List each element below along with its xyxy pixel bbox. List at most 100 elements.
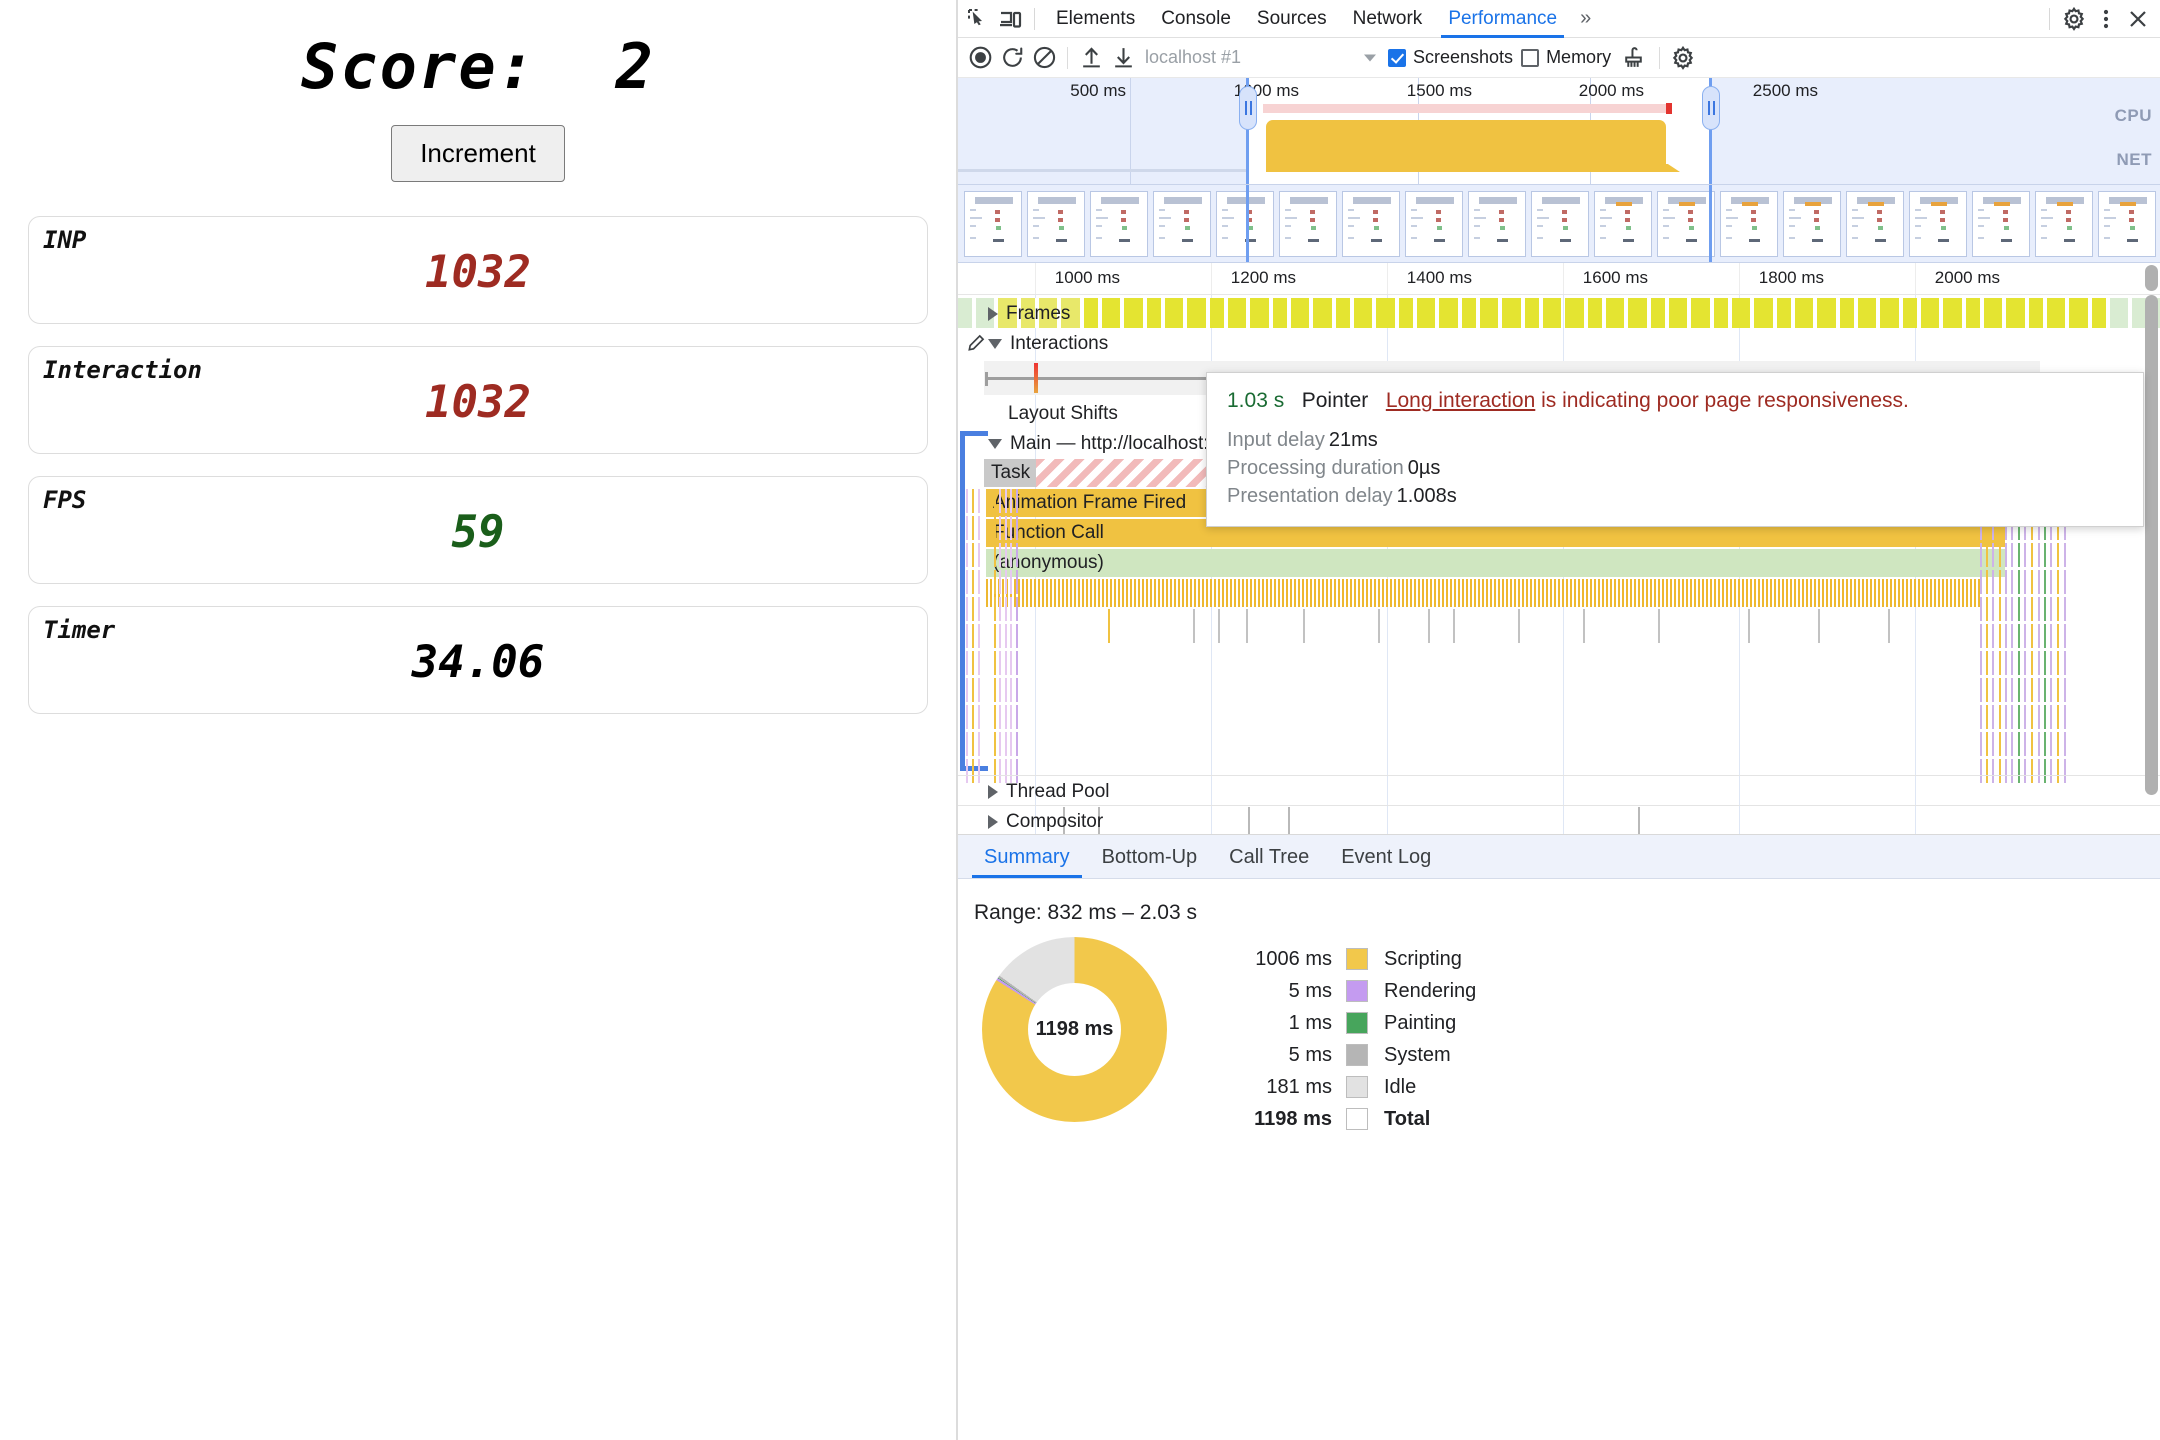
- tab-event-log[interactable]: Event Log: [1325, 836, 1447, 878]
- save-profile-icon[interactable]: [1107, 43, 1139, 73]
- filmstrip-track[interactable]: [958, 185, 2160, 263]
- memory-checkbox[interactable]: Memory: [1521, 47, 1611, 68]
- screenshots-checkbox[interactable]: Screenshots: [1388, 47, 1513, 68]
- frame-cell[interactable]: [2029, 298, 2045, 328]
- tab-call-tree[interactable]: Call Tree: [1213, 836, 1325, 878]
- reload-record-icon[interactable]: [996, 43, 1028, 73]
- frame-cell[interactable]: [1795, 298, 1815, 328]
- device-toolbar-icon[interactable]: [994, 4, 1026, 34]
- filmstrip-thumbnail[interactable]: [2035, 191, 2093, 257]
- track-thread-pool[interactable]: Thread Pool: [988, 779, 1110, 805]
- frame-cell[interactable]: [2006, 298, 2027, 328]
- frame-cell[interactable]: [1084, 298, 1100, 328]
- frame-cell[interactable]: [1777, 298, 1793, 328]
- frame-cell[interactable]: [1165, 298, 1185, 328]
- frame-cell[interactable]: [1565, 298, 1586, 328]
- frame-cell[interactable]: [1754, 298, 1775, 328]
- filmstrip-thumbnail[interactable]: [1720, 191, 1778, 257]
- frame-cell[interactable]: [1399, 298, 1415, 328]
- frame-cell[interactable]: [1732, 298, 1752, 328]
- filmstrip-thumbnail[interactable]: [1405, 191, 1463, 257]
- frame-cell[interactable]: [1228, 298, 1248, 328]
- pencil-icon[interactable]: [966, 333, 986, 358]
- load-profile-icon[interactable]: [1075, 43, 1107, 73]
- frame-cell[interactable]: [1921, 298, 1941, 328]
- flame-chart[interactable]: Frames Interactions Layout Shifts Main —…: [958, 295, 2160, 835]
- kebab-menu-icon[interactable]: [2090, 4, 2122, 34]
- frame-cell[interactable]: [1462, 298, 1478, 328]
- frame-cell[interactable]: [1525, 298, 1541, 328]
- frame-cell[interactable]: [1354, 298, 1374, 328]
- legend-row[interactable]: 5 ms Rendering: [1234, 975, 1476, 1007]
- frame-cell[interactable]: [1714, 298, 1730, 328]
- frame-cell[interactable]: [1984, 298, 2004, 328]
- frame-cell[interactable]: [1669, 298, 1689, 328]
- overview-left-handle[interactable]: [1239, 86, 1257, 130]
- tab-bottom-up[interactable]: Bottom-Up: [1086, 836, 1214, 878]
- overview-right-handle[interactable]: [1702, 86, 1720, 130]
- flame-event-ticks-row[interactable]: [986, 579, 1980, 607]
- clear-icon[interactable]: [1028, 43, 1060, 73]
- frame-cell[interactable]: [1966, 298, 1982, 328]
- frame-cell[interactable]: [1817, 298, 1838, 328]
- recording-selector[interactable]: localhost #1: [1145, 45, 1380, 71]
- frame-cell[interactable]: [1336, 298, 1352, 328]
- frame-cell[interactable]: [1880, 298, 1901, 328]
- frame-cell[interactable]: [1691, 298, 1712, 328]
- frame-cell[interactable]: [2047, 298, 2067, 328]
- record-icon[interactable]: [964, 43, 996, 73]
- frame-cell[interactable]: [1543, 298, 1563, 328]
- filmstrip-thumbnail[interactable]: [1342, 191, 1400, 257]
- tab-console[interactable]: Console: [1148, 0, 1244, 38]
- frame-cell[interactable]: [1903, 298, 1919, 328]
- filmstrip-thumbnail[interactable]: [1594, 191, 1652, 257]
- filmstrip-thumbnail[interactable]: [1846, 191, 1904, 257]
- frame-cell[interactable]: [958, 298, 974, 328]
- collect-garbage-icon[interactable]: [1617, 43, 1649, 73]
- frame-cell[interactable]: [2092, 298, 2108, 328]
- filmstrip-thumbnail[interactable]: [1783, 191, 1841, 257]
- legend-row[interactable]: 1 ms Painting: [1234, 1007, 1476, 1039]
- frame-cell[interactable]: [1417, 298, 1437, 328]
- frame-cell[interactable]: [1291, 298, 1311, 328]
- filmstrip-thumbnail[interactable]: [1216, 191, 1274, 257]
- frame-cell[interactable]: [1187, 298, 1208, 328]
- track-layout-shifts[interactable]: Layout Shifts: [1008, 401, 1118, 427]
- frame-cell[interactable]: [1628, 298, 1649, 328]
- timeline-overview[interactable]: 500 ms 1000 ms 1500 ms 2000 ms 2500 ms C…: [958, 78, 2160, 185]
- frame-cell[interactable]: [1147, 298, 1163, 328]
- flame-event-anonymous[interactable]: (anonymous): [986, 549, 2005, 577]
- frame-cell[interactable]: [1502, 298, 1523, 328]
- frame-cell[interactable]: [1273, 298, 1289, 328]
- capture-settings-gear-icon[interactable]: [1667, 43, 1699, 73]
- frame-cell[interactable]: [1480, 298, 1500, 328]
- tab-elements[interactable]: Elements: [1043, 0, 1148, 38]
- track-main[interactable]: Main — http://localhost:517: [988, 431, 1240, 457]
- filmstrip-thumbnail[interactable]: [1531, 191, 1589, 257]
- legend-row[interactable]: 5 ms System: [1234, 1039, 1476, 1071]
- flame-scrollbar[interactable]: [2145, 295, 2158, 795]
- filmstrip-thumbnail[interactable]: [2098, 191, 2156, 257]
- frame-cell[interactable]: [1313, 298, 1334, 328]
- frame-cell[interactable]: [1102, 298, 1122, 328]
- track-interactions[interactable]: Interactions: [988, 331, 1108, 357]
- flame-event-task[interactable]: Task: [984, 459, 1036, 487]
- track-compositor[interactable]: Compositor: [988, 809, 1103, 834]
- increment-button[interactable]: Increment: [391, 125, 565, 182]
- filmstrip-thumbnail[interactable]: [1279, 191, 1337, 257]
- frame-cell[interactable]: [2110, 298, 2130, 328]
- filmstrip-thumbnail[interactable]: [1153, 191, 1211, 257]
- legend-row[interactable]: 1006 ms Scripting: [1234, 943, 1476, 975]
- tooltip-link[interactable]: Long interaction: [1386, 389, 1535, 412]
- frame-cell[interactable]: [1651, 298, 1667, 328]
- tab-network[interactable]: Network: [1340, 0, 1436, 38]
- frame-cell[interactable]: [1943, 298, 1964, 328]
- filmstrip-thumbnail[interactable]: [1027, 191, 1085, 257]
- gear-icon[interactable]: [2058, 4, 2090, 34]
- flame-scrollbar-top[interactable]: [2145, 265, 2158, 291]
- frame-cell[interactable]: [1606, 298, 1626, 328]
- close-icon[interactable]: [2122, 4, 2154, 34]
- frames-strip[interactable]: [958, 298, 2160, 328]
- track-frames[interactable]: Frames: [988, 301, 1070, 327]
- frame-cell[interactable]: [1858, 298, 1878, 328]
